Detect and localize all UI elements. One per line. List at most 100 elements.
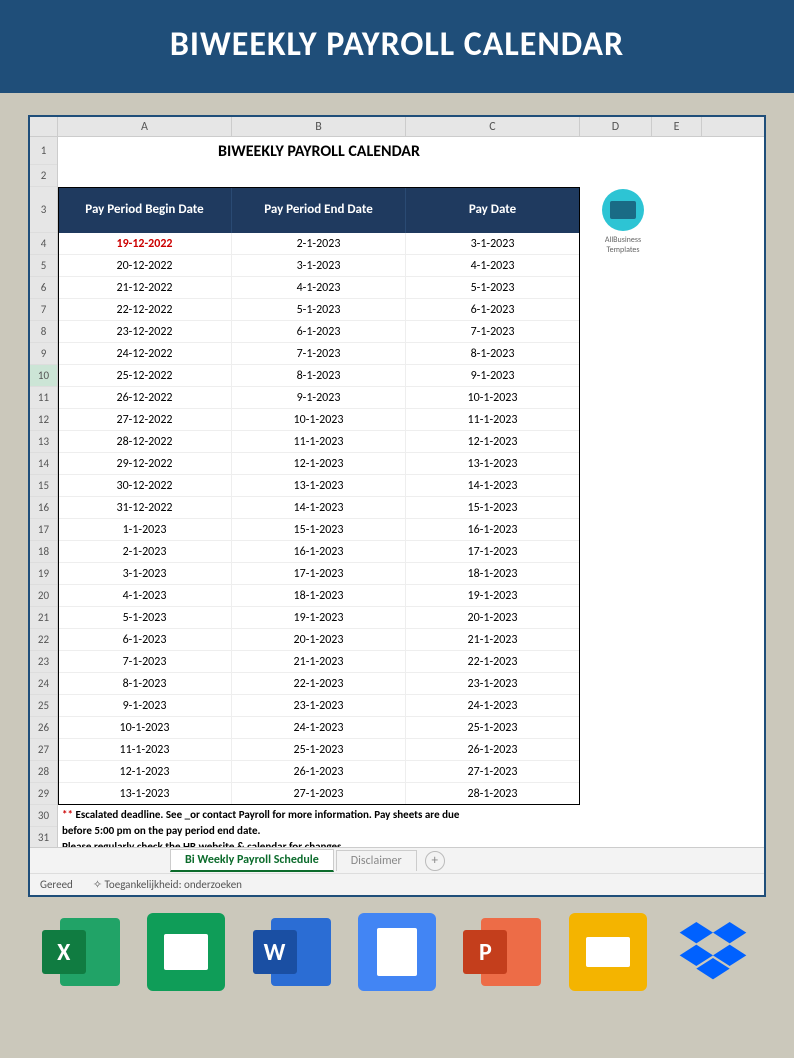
cell-begin[interactable]: 29-12-2022: [58, 453, 232, 474]
tab-schedule[interactable]: Bi Weekly Payroll Schedule: [170, 849, 334, 872]
row-header[interactable]: 2: [30, 165, 57, 187]
table-row[interactable]: 6-1-202320-1-202321-1-2023: [58, 629, 580, 651]
row-header[interactable]: 20: [30, 585, 57, 607]
cell-begin[interactable]: 20-12-2022: [58, 255, 232, 276]
row-header[interactable]: 27: [30, 739, 57, 761]
cell-begin[interactable]: 25-12-2022: [58, 365, 232, 386]
col-c[interactable]: C: [406, 117, 580, 136]
cell-end[interactable]: 27-1-2023: [232, 783, 406, 804]
cell-begin[interactable]: 31-12-2022: [58, 497, 232, 518]
row-header[interactable]: 24: [30, 673, 57, 695]
cell-begin[interactable]: 22-12-2022: [58, 299, 232, 320]
cell-end[interactable]: 2-1-2023: [232, 233, 406, 254]
cell-end[interactable]: 24-1-2023: [232, 717, 406, 738]
row-header[interactable]: 3: [30, 187, 57, 233]
table-row[interactable]: 2-1-202316-1-202317-1-2023: [58, 541, 580, 563]
cell-begin[interactable]: 30-12-2022: [58, 475, 232, 496]
table-row[interactable]: 24-12-20227-1-20238-1-2023: [58, 343, 580, 365]
cell-begin[interactable]: 4-1-2023: [58, 585, 232, 606]
cell-end[interactable]: 17-1-2023: [232, 563, 406, 584]
cell-pay[interactable]: 13-1-2023: [406, 453, 580, 474]
row-header[interactable]: 18: [30, 541, 57, 563]
row-header[interactable]: 17: [30, 519, 57, 541]
cell-end[interactable]: 19-1-2023: [232, 607, 406, 628]
row-header[interactable]: 5: [30, 255, 57, 277]
table-row[interactable]: 23-12-20226-1-20237-1-2023: [58, 321, 580, 343]
add-sheet-button[interactable]: +: [425, 851, 445, 871]
table-row[interactable]: 31-12-202214-1-202315-1-2023: [58, 497, 580, 519]
cell-end[interactable]: 12-1-2023: [232, 453, 406, 474]
table-row[interactable]: 3-1-202317-1-202318-1-2023: [58, 563, 580, 585]
cell-end[interactable]: 11-1-2023: [232, 431, 406, 452]
row-header[interactable]: 23: [30, 651, 57, 673]
row-header[interactable]: 31: [30, 827, 57, 847]
cell-pay[interactable]: 23-1-2023: [406, 673, 580, 694]
google-docs-icon[interactable]: [358, 913, 436, 991]
cell-begin[interactable]: 12-1-2023: [58, 761, 232, 782]
cell-begin[interactable]: 28-12-2022: [58, 431, 232, 452]
table-row[interactable]: 9-1-202323-1-202324-1-2023: [58, 695, 580, 717]
table-row[interactable]: 25-12-20228-1-20239-1-2023: [58, 365, 580, 387]
table-row[interactable]: 13-1-202327-1-202328-1-2023: [58, 783, 580, 805]
cell-begin[interactable]: 23-12-2022: [58, 321, 232, 342]
cell-end[interactable]: 16-1-2023: [232, 541, 406, 562]
row-header[interactable]: 12: [30, 409, 57, 431]
cell-pay[interactable]: 27-1-2023: [406, 761, 580, 782]
row-header[interactable]: 15: [30, 475, 57, 497]
cell-end[interactable]: 25-1-2023: [232, 739, 406, 760]
table-row[interactable]: 26-12-20229-1-202310-1-2023: [58, 387, 580, 409]
table-row[interactable]: 20-12-20223-1-20234-1-2023: [58, 255, 580, 277]
cell-pay[interactable]: 28-1-2023: [406, 783, 580, 804]
row-header[interactable]: 7: [30, 299, 57, 321]
row-header[interactable]: 11: [30, 387, 57, 409]
row-header[interactable]: 13: [30, 431, 57, 453]
row-header[interactable]: 14: [30, 453, 57, 475]
table-row[interactable]: 4-1-202318-1-202319-1-2023: [58, 585, 580, 607]
cell-end[interactable]: 4-1-2023: [232, 277, 406, 298]
cell-pay[interactable]: 14-1-2023: [406, 475, 580, 496]
cell-pay[interactable]: 5-1-2023: [406, 277, 580, 298]
row-header[interactable]: 28: [30, 761, 57, 783]
table-row[interactable]: 7-1-202321-1-202322-1-2023: [58, 651, 580, 673]
table-row[interactable]: 30-12-202213-1-202314-1-2023: [58, 475, 580, 497]
row-header[interactable]: 6: [30, 277, 57, 299]
cell-end[interactable]: 6-1-2023: [232, 321, 406, 342]
row-header[interactable]: 4: [30, 233, 57, 255]
table-row[interactable]: 8-1-202322-1-202323-1-2023: [58, 673, 580, 695]
cell-end[interactable]: 7-1-2023: [232, 343, 406, 364]
col-d[interactable]: D: [580, 117, 652, 136]
cell-begin[interactable]: 1-1-2023: [58, 519, 232, 540]
powerpoint-icon[interactable]: P: [463, 913, 541, 991]
cell-pay[interactable]: 25-1-2023: [406, 717, 580, 738]
cell-pay[interactable]: 4-1-2023: [406, 255, 580, 276]
cell-end[interactable]: 22-1-2023: [232, 673, 406, 694]
cell-pay[interactable]: 11-1-2023: [406, 409, 580, 430]
cell-pay[interactable]: 16-1-2023: [406, 519, 580, 540]
cell-pay[interactable]: 26-1-2023: [406, 739, 580, 760]
row-header[interactable]: 30: [30, 805, 57, 827]
cell-pay[interactable]: 17-1-2023: [406, 541, 580, 562]
cell-pay[interactable]: 20-1-2023: [406, 607, 580, 628]
col-e[interactable]: E: [652, 117, 702, 136]
cell-pay[interactable]: 10-1-2023: [406, 387, 580, 408]
cell-end[interactable]: 9-1-2023: [232, 387, 406, 408]
google-sheets-icon[interactable]: [147, 913, 225, 991]
col-b[interactable]: B: [232, 117, 406, 136]
cell-begin[interactable]: 26-12-2022: [58, 387, 232, 408]
cell-begin[interactable]: 24-12-2022: [58, 343, 232, 364]
cell-end[interactable]: 3-1-2023: [232, 255, 406, 276]
cell-begin[interactable]: 11-1-2023: [58, 739, 232, 760]
cell-pay[interactable]: 19-1-2023: [406, 585, 580, 606]
cell-end[interactable]: 13-1-2023: [232, 475, 406, 496]
cell-end[interactable]: 8-1-2023: [232, 365, 406, 386]
row-header[interactable]: 8: [30, 321, 57, 343]
cell-pay[interactable]: 18-1-2023: [406, 563, 580, 584]
row-header[interactable]: 10: [30, 365, 57, 387]
row-header[interactable]: 19: [30, 563, 57, 585]
cell-begin[interactable]: 27-12-2022: [58, 409, 232, 430]
cell-pay[interactable]: 7-1-2023: [406, 321, 580, 342]
cell-begin[interactable]: 9-1-2023: [58, 695, 232, 716]
cell-pay[interactable]: 12-1-2023: [406, 431, 580, 452]
cell-end[interactable]: 15-1-2023: [232, 519, 406, 540]
row-header[interactable]: 22: [30, 629, 57, 651]
